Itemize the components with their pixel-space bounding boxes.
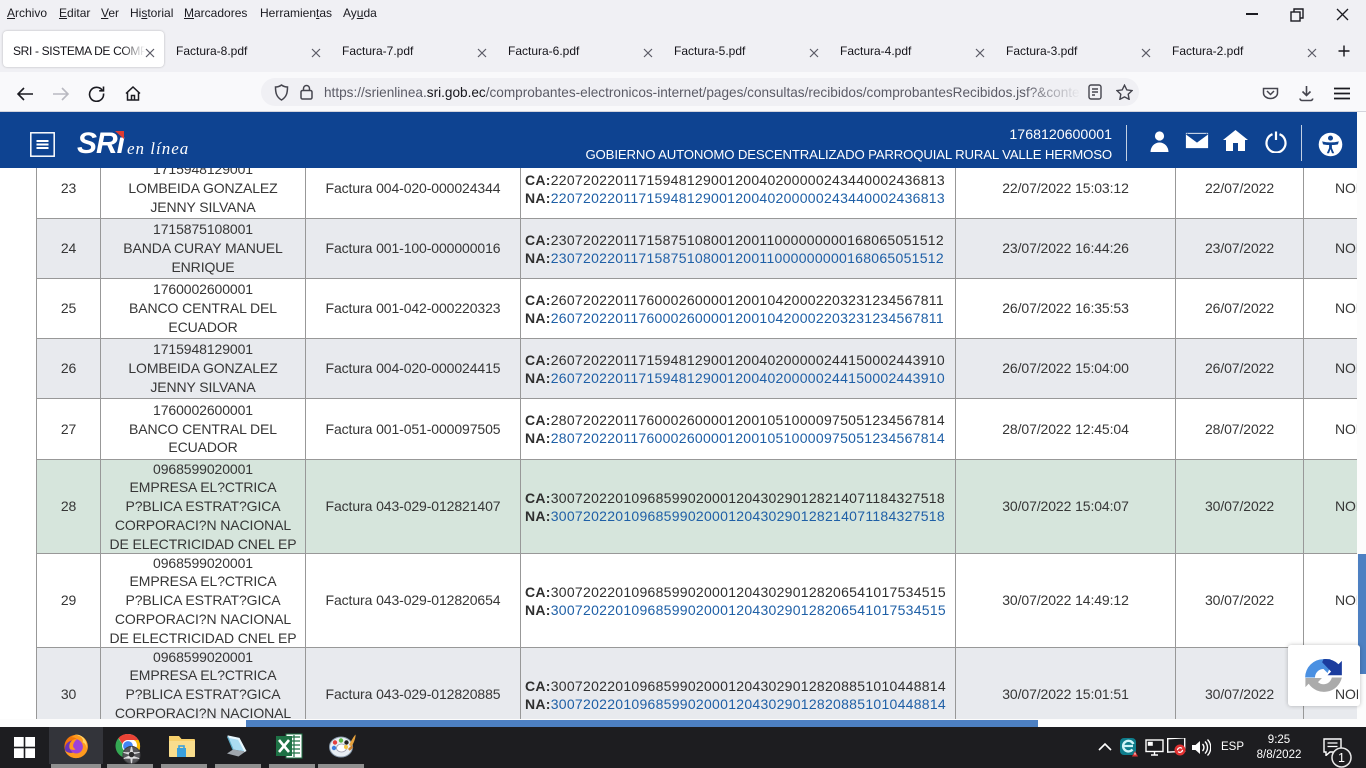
- svg-text:1: 1: [1338, 751, 1345, 765]
